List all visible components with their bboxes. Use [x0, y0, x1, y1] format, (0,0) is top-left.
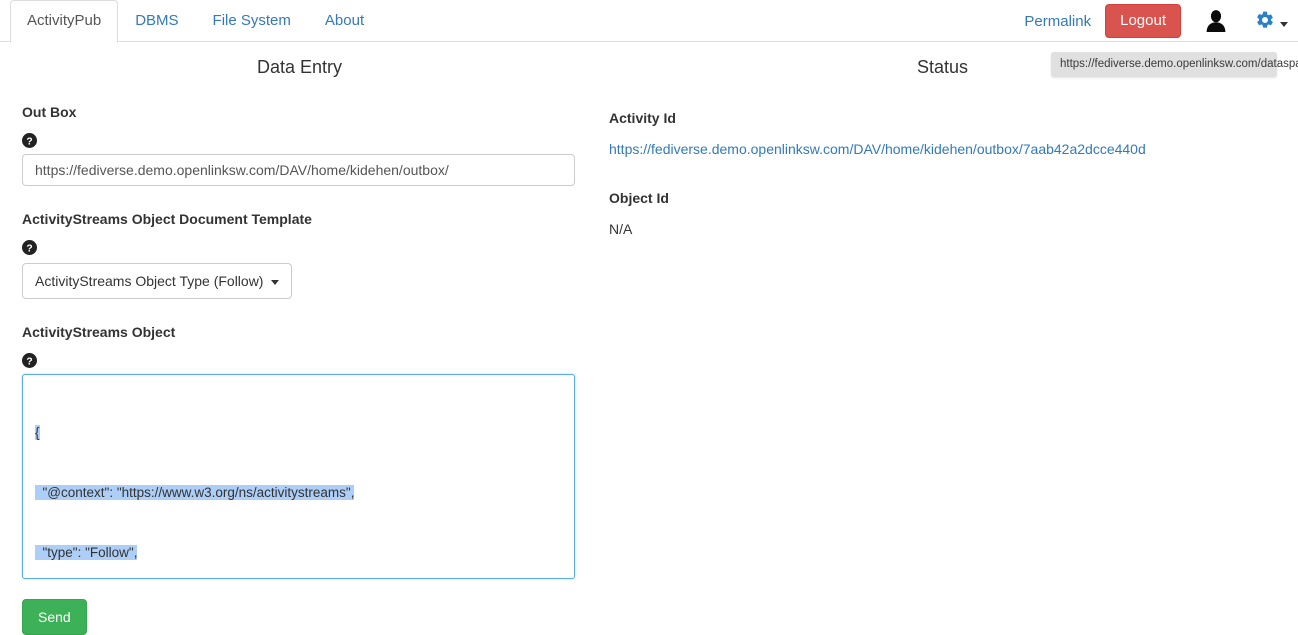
nav-tab-list: ActivityPub DBMS File System About — [10, 0, 381, 43]
json-line-text: "@context": "https://www.w3.org/ns/activ… — [35, 485, 355, 500]
svg-text:?: ? — [26, 136, 32, 147]
tab-file-system[interactable]: File System — [196, 0, 308, 42]
json-line: { — [35, 423, 564, 443]
json-line-text: "type": "Follow", — [35, 545, 138, 560]
main-content: Data Entry Out Box ? ActivityStreams Obj… — [0, 42, 1298, 635]
object-id-label: Object Id — [609, 190, 669, 206]
permalink-tooltip: https://fediverse.demo.openlinksw.com/da… — [1051, 52, 1298, 77]
data-entry-column: Data Entry Out Box ? ActivityStreams Obj… — [0, 42, 599, 635]
resize-handle[interactable] — [559, 563, 572, 576]
caret-down-icon — [271, 279, 280, 285]
help-circle-icon-template[interactable]: ? — [22, 240, 37, 255]
outbox-input[interactable] — [22, 154, 575, 186]
help-circle-icon-outbox[interactable]: ? — [22, 133, 37, 148]
chevron-down-icon — [1280, 21, 1288, 27]
gear-icon — [1255, 10, 1275, 33]
tab-dbms[interactable]: DBMS — [118, 0, 195, 42]
person-icon[interactable] — [1203, 8, 1229, 34]
template-dropdown[interactable]: ActivityStreams Object Type (Follow) — [22, 263, 293, 299]
json-line: "@context": "https://www.w3.org/ns/activ… — [35, 483, 564, 503]
send-button[interactable]: Send — [22, 599, 87, 635]
template-dropdown-label: ActivityStreams Object Type (Follow) — [35, 273, 264, 289]
nav-actions: Permalink Logout — [1010, 0, 1288, 42]
tab-about[interactable]: About — [308, 0, 381, 42]
json-line-text: { — [35, 425, 40, 440]
permalink-link[interactable]: Permalink — [1010, 13, 1105, 30]
logout-button[interactable]: Logout — [1105, 4, 1181, 38]
help-circle-icon-object[interactable]: ? — [22, 353, 37, 368]
activity-id-link[interactable]: https://fediverse.demo.openlinksw.com/DA… — [609, 140, 1276, 159]
svg-text:?: ? — [26, 243, 32, 254]
svg-text:?: ? — [26, 356, 32, 367]
status-column: Status Activity Id https://fediverse.dem… — [599, 42, 1298, 635]
outbox-label: Out Box — [22, 104, 77, 120]
json-line: "type": "Follow", — [35, 543, 564, 563]
data-entry-title: Data Entry — [256, 57, 343, 77]
object-label: ActivityStreams Object — [22, 324, 176, 340]
top-navbar: ActivityPub DBMS File System About Perma… — [0, 0, 1298, 43]
activitystreams-object-textarea[interactable]: { "@context": "https://www.w3.org/ns/act… — [22, 374, 575, 579]
object-id-value: N/A — [609, 221, 633, 237]
tab-activitypub[interactable]: ActivityPub — [10, 0, 119, 43]
settings-menu-toggle[interactable] — [1255, 10, 1288, 33]
template-label: ActivityStreams Object Document Template — [22, 211, 312, 227]
activity-id-label: Activity Id — [609, 110, 676, 126]
